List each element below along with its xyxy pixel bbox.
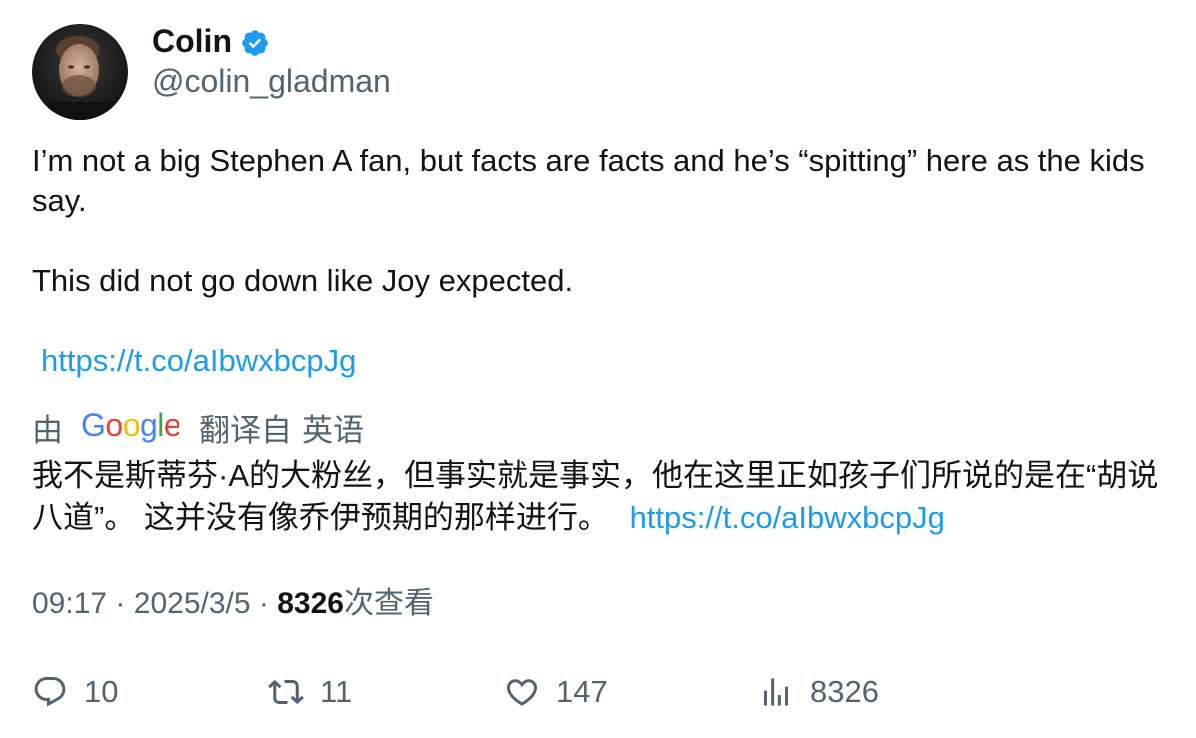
tweet-paragraph-2: This did not go down like Joy expected.	[32, 263, 574, 298]
tweet-paragraph-1: I’m not a big Stephen A fan, but facts a…	[32, 143, 1145, 218]
translated-text: 我不是斯蒂芬·A的大粉丝，但事实就是事实，他在这里正如孩子们所说的是在“胡说八道…	[32, 455, 1172, 539]
tweet-meta: 09:17 · 2025/3/5 · 8326次查看	[32, 584, 434, 624]
google-logo-icon: Google	[81, 407, 182, 454]
translated-from-label: 翻译自	[199, 413, 292, 448]
verified-badge-icon[interactable]	[240, 28, 270, 58]
reply-icon	[34, 677, 66, 707]
svg-text:Google: Google	[81, 408, 179, 443]
avatar[interactable]	[32, 24, 128, 120]
meta-separator: ·	[115, 587, 126, 620]
user-name-row[interactable]: Colin	[152, 22, 270, 60]
repost-button[interactable]: 11	[268, 668, 352, 716]
tweet-link[interactable]: https://t.co/aIbwxbcpJg	[41, 343, 356, 378]
views-button[interactable]: 8326	[758, 668, 879, 716]
translated-content: 我不是斯蒂芬·A的大粉丝，但事实就是事实，他在这里正如孩子们所说的是在“胡说八道…	[32, 458, 1159, 535]
like-button[interactable]: 147	[504, 668, 608, 716]
tweet-text: I’m not a big Stephen A fan, but facts a…	[32, 141, 1172, 381]
avatar-photo	[32, 24, 128, 120]
meta-separator-2: ·	[258, 587, 269, 620]
views-count: 8326	[277, 587, 344, 620]
like-icon	[506, 679, 538, 706]
translated-by-label: 由	[32, 413, 63, 448]
display-name[interactable]: Colin	[152, 22, 232, 60]
translation-attribution[interactable]: 由 Google 翻译自 英语	[32, 407, 364, 454]
translated-link[interactable]: https://t.co/aIbwxbcpJg	[630, 500, 945, 535]
tweet-date[interactable]: 2025/3/5	[134, 587, 251, 620]
reply-button[interactable]: 10	[32, 668, 118, 716]
like-count: 147	[556, 674, 608, 709]
views-label: 次查看	[343, 587, 434, 620]
views-count-action: 8326	[810, 674, 879, 709]
source-language: 英语	[302, 413, 364, 448]
views-icon	[764, 678, 788, 706]
repost-icon	[268, 679, 304, 705]
user-handle[interactable]: @colin_gladman	[152, 62, 391, 100]
action-bar: 10 11 147 8326	[32, 668, 1172, 718]
repost-count: 11	[320, 674, 353, 709]
reply-count: 10	[84, 674, 119, 709]
tweet-time[interactable]: 09:17	[32, 587, 107, 620]
